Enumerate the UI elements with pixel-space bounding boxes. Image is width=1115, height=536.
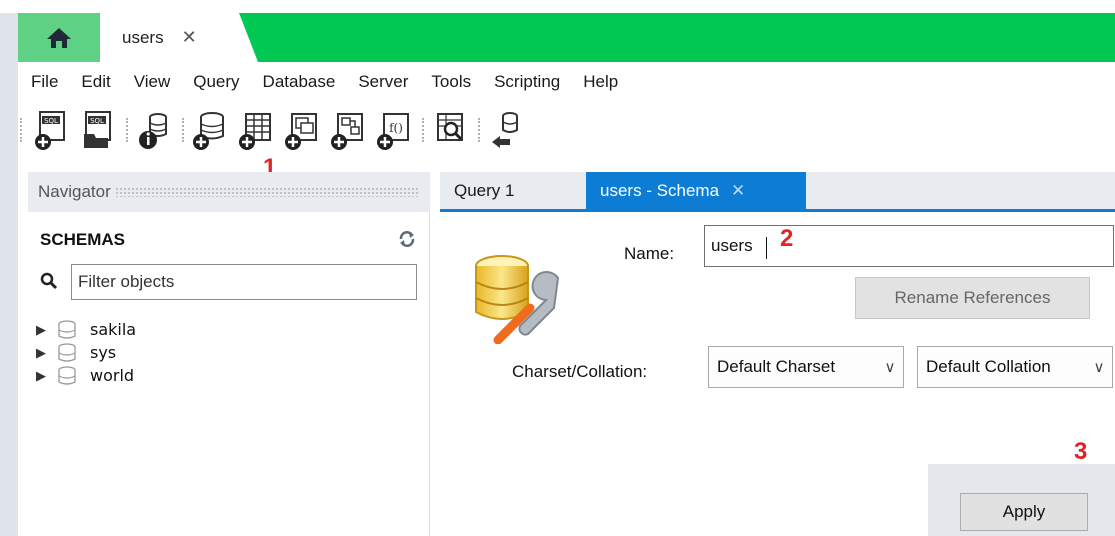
schema-name: sakila	[90, 320, 137, 339]
charset-value: Default Charset	[717, 357, 836, 376]
create-schema-icon[interactable]	[192, 108, 228, 152]
schema-name: sys	[90, 343, 117, 362]
schema-name: world	[90, 366, 135, 385]
navigator-panel: SCHEMAS ▶ sakila ▶	[28, 212, 430, 536]
navigator-header: Navigator	[28, 172, 430, 212]
toolbar-separator	[182, 118, 184, 142]
text-caret	[766, 237, 767, 259]
navigator-grip[interactable]	[114, 187, 420, 197]
toolbar: SQL SQL f() 1	[18, 102, 1115, 181]
create-view-icon[interactable]	[284, 108, 320, 152]
charset-collation-label: Charset/Collation:	[512, 362, 648, 381]
expand-arrow-icon[interactable]: ▶	[36, 368, 56, 384]
menu-scripting[interactable]: Scripting	[494, 72, 560, 92]
schema-item-sys[interactable]: ▶ sys	[36, 341, 136, 364]
rename-references-button[interactable]: Rename References	[855, 277, 1090, 319]
schema-tree: ▶ sakila ▶ sys ▶ world	[36, 318, 136, 387]
tab-users-label: users	[122, 27, 164, 47]
schema-item-sakila[interactable]: ▶ sakila	[36, 318, 136, 341]
editor-tab-bar: Query 1 users - Schema ✕	[440, 172, 1115, 212]
collation-value: Default Collation	[926, 357, 1051, 376]
new-sql-tab-icon[interactable]: SQL	[34, 108, 70, 152]
toolbar-separator	[20, 118, 22, 142]
toolbar-separator	[422, 118, 424, 142]
chevron-down-icon: ∨	[884, 359, 896, 376]
tab-users-schema[interactable]: users - Schema ✕	[586, 172, 806, 209]
schema-name-field[interactable]	[704, 225, 1114, 267]
schema-inspector-icon[interactable]	[136, 108, 172, 152]
expand-arrow-icon[interactable]: ▶	[36, 322, 56, 338]
chevron-down-icon: ∨	[1093, 359, 1105, 376]
filter-objects-input[interactable]	[71, 264, 417, 300]
close-icon[interactable]: ✕	[731, 181, 745, 201]
tab-users-schema-label: users - Schema	[600, 180, 720, 200]
search-icon	[40, 272, 58, 290]
tab-strip: users ✕	[0, 0, 1115, 536]
refresh-icon[interactable]	[398, 230, 416, 248]
schema-edit-icon	[475, 255, 560, 344]
reconnect-icon[interactable]	[488, 108, 524, 152]
create-function-icon[interactable]: f()	[376, 108, 412, 152]
navigator-title: Navigator	[38, 182, 111, 201]
tab-query-1[interactable]: Query 1	[440, 172, 586, 209]
database-icon	[58, 365, 76, 385]
menu-edit[interactable]: Edit	[81, 72, 110, 92]
home-tab[interactable]	[18, 13, 100, 62]
menu-tools[interactable]: Tools	[431, 72, 471, 92]
apply-panel: Apply	[928, 464, 1115, 536]
window-left-edge	[0, 13, 18, 536]
database-icon	[58, 342, 76, 362]
svg-text:f(): f()	[389, 121, 403, 135]
menu-file[interactable]: File	[31, 72, 58, 92]
charset-select[interactable]: Default Charset ∨	[708, 346, 904, 388]
name-label: Name:	[624, 244, 675, 263]
open-sql-script-icon[interactable]: SQL	[80, 108, 116, 152]
home-icon	[47, 27, 71, 48]
tab-query-1-label: Query 1	[454, 180, 515, 200]
menu-view[interactable]: View	[134, 72, 171, 92]
database-icon	[58, 319, 76, 339]
collation-select[interactable]: Default Collation ∨	[917, 346, 1113, 388]
menu-database[interactable]: Database	[263, 72, 336, 92]
menu-server[interactable]: Server	[358, 72, 408, 92]
toolbar-separator	[126, 118, 128, 142]
menu-query[interactable]: Query	[193, 72, 239, 92]
annotation-3: 3	[1074, 438, 1088, 465]
filter-box	[36, 264, 417, 300]
schema-item-world[interactable]: ▶ world	[36, 364, 136, 387]
svg-text:SQL: SQL	[44, 117, 58, 125]
schema-editor: Name: 2 Rename References Charset/Collat…	[440, 212, 1115, 536]
create-table-icon[interactable]	[238, 108, 274, 152]
annotation-2: 2	[780, 225, 794, 252]
toolbar-separator	[478, 118, 480, 142]
menu-help[interactable]: Help	[583, 72, 618, 92]
menu-bar: File Edit View Query Database Server Too…	[18, 62, 1115, 102]
close-icon[interactable]: ✕	[182, 27, 197, 48]
apply-button[interactable]: Apply	[960, 493, 1088, 531]
expand-arrow-icon[interactable]: ▶	[36, 345, 56, 361]
svg-text:SQL: SQL	[90, 117, 104, 125]
search-table-data-icon[interactable]	[432, 108, 468, 152]
tab-strip-top	[0, 0, 1115, 13]
schemas-heading: SCHEMAS	[40, 230, 126, 249]
tab-users-connection[interactable]: users ✕	[100, 13, 258, 62]
create-procedure-icon[interactable]	[330, 108, 366, 152]
